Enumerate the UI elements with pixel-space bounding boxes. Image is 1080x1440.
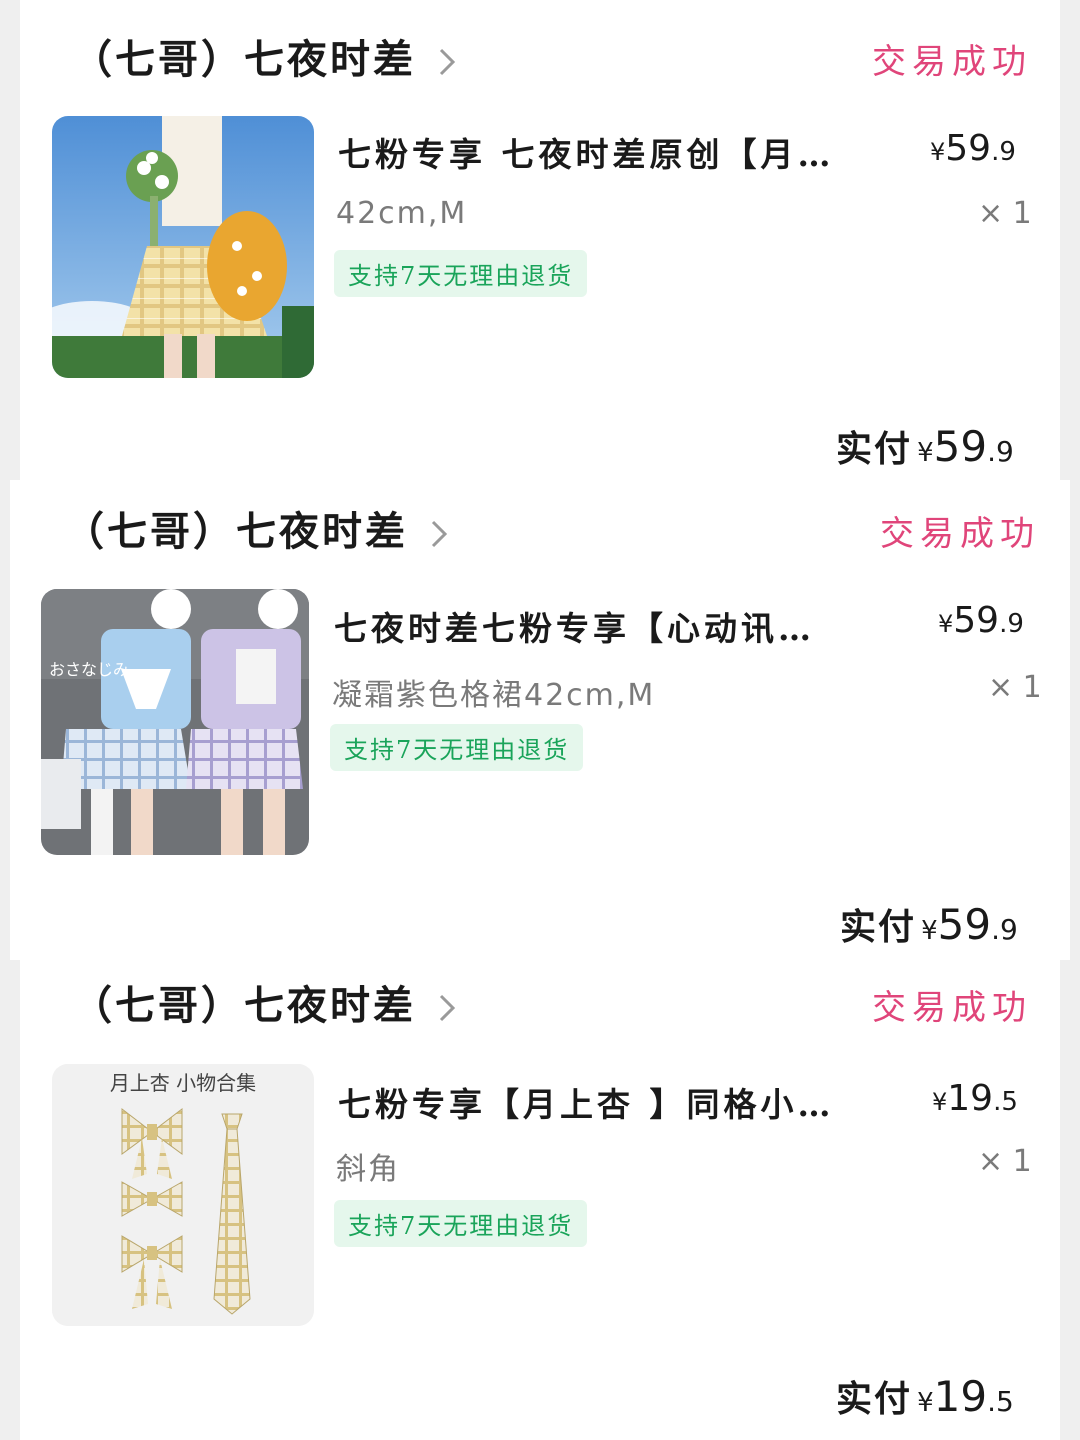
product-image[interactable]: 月上杏 小物合集 (52, 1064, 314, 1326)
paid-amount: 实付 ¥59.9 (840, 900, 1018, 949)
shop-name[interactable]: （七哥）七夜时差 (72, 27, 416, 85)
shop-header[interactable]: （七哥）七夜时差 (64, 498, 448, 558)
image-caption: 月上杏 小物合集 (110, 1071, 256, 1095)
product-photo-plaid-skirt-icon (52, 116, 314, 378)
product-sku: 凝霜紫色格裙42cm,M (332, 678, 656, 713)
paid-label: 实付 (836, 1378, 913, 1420)
return-policy-tag: 支持7天无理由退货 (334, 1200, 588, 1247)
paid-label: 实付 (836, 428, 913, 470)
chevron-right-icon[interactable] (438, 47, 456, 76)
order-card[interactable]: （七哥）七夜时差 交易成功 月上杏 小物合集 七粉专享【月上杏 】同格小… ¥1… (20, 960, 1060, 1440)
product-photo-bows-and-tie-icon: 月上杏 小物合集 (52, 1064, 314, 1326)
product-image[interactable] (52, 116, 314, 378)
product-price: ¥59.9 (938, 600, 1024, 641)
order-card[interactable]: （七哥）七夜时差 交易成功 (20, 0, 1060, 480)
product-quantity: × 1 (978, 196, 1032, 231)
product-title[interactable]: 七粉专享 七夜时差原创【月… (338, 128, 835, 176)
product-title[interactable]: 七夜时差七粉专享【心动讯… (334, 602, 815, 650)
return-policy-tag: 支持7天无理由退货 (330, 724, 584, 771)
order-card[interactable]: （七哥）七夜时差 交易成功 (10, 480, 1070, 960)
chevron-right-icon[interactable] (438, 993, 456, 1022)
paid-amount: 实付 ¥59.9 (836, 422, 1014, 471)
order-status: 交易成功 (880, 514, 1040, 554)
shop-header[interactable]: （七哥）七夜时差 (72, 972, 456, 1032)
shop-name[interactable]: （七哥）七夜时差 (64, 499, 408, 557)
shop-name[interactable]: （七哥）七夜时差 (72, 973, 416, 1031)
product-photo-two-girls-icon: おさなじみ (41, 589, 309, 855)
image-caption: おさなじみ (49, 660, 129, 679)
product-sku: 斜角 (336, 1152, 400, 1187)
order-status: 交易成功 (872, 42, 1032, 82)
order-status: 交易成功 (872, 988, 1032, 1028)
product-price: ¥59.9 (930, 128, 1016, 169)
product-title[interactable]: 七粉专享【月上杏 】同格小… (338, 1078, 835, 1126)
paid-amount: 实付 ¥19.5 (836, 1372, 1014, 1421)
paid-label: 实付 (840, 906, 917, 948)
product-sku: 42cm,M (336, 196, 468, 231)
product-image[interactable]: おさなじみ (41, 589, 309, 855)
shop-header[interactable]: （七哥）七夜时差 (72, 26, 456, 86)
product-quantity: × 1 (988, 670, 1042, 705)
return-policy-tag: 支持7天无理由退货 (334, 250, 588, 297)
chevron-right-icon[interactable] (430, 519, 448, 548)
product-price: ¥19.5 (932, 1078, 1018, 1119)
product-quantity: × 1 (978, 1144, 1032, 1179)
